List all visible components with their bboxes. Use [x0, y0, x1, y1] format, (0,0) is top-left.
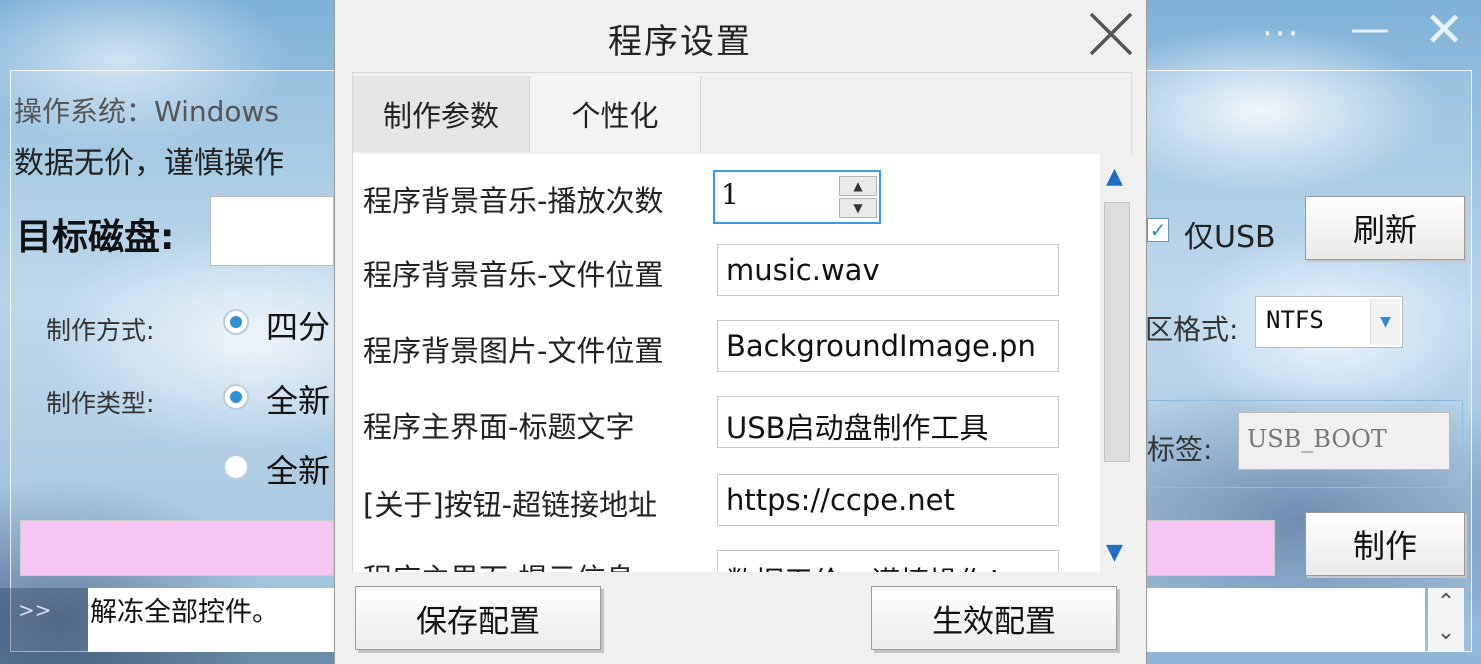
stepper-up-icon[interactable]: ▲ — [839, 176, 877, 196]
usb-only-label: 仅USB — [1184, 220, 1276, 255]
usb-only-checkbox[interactable]: ✓ — [1147, 218, 1169, 242]
close-icon[interactable] — [1085, 8, 1137, 60]
log-prompt: >> — [18, 598, 52, 622]
make-type-label: 制作类型: — [46, 389, 155, 418]
warning-text: 数据无价，谨慎操作 — [14, 146, 284, 181]
log-scrollbar[interactable]: ⌃ ⌄ — [1428, 588, 1464, 652]
format-label: 区格式: — [1145, 313, 1239, 346]
setting-label: 程序主界面-标题文字 — [363, 410, 635, 444]
background-image-input[interactable]: BackgroundImage.pn — [717, 320, 1059, 372]
format-value: NTFS — [1266, 306, 1324, 334]
scroll-down-icon[interactable]: ▼ — [1106, 540, 1123, 565]
save-config-button[interactable]: 保存配置 — [355, 586, 601, 650]
progress-bar-right — [1147, 520, 1275, 576]
about-url-input[interactable]: https://ccpe.net — [717, 474, 1059, 526]
play-count-stepper[interactable]: 1 ▲ ▼ — [713, 170, 881, 224]
make-type-option-1: 全新 — [266, 382, 331, 420]
target-disk-label: 目标磁盘: — [16, 217, 175, 258]
scroll-thumb[interactable] — [1104, 202, 1130, 462]
log-box-right — [1147, 588, 1425, 652]
minimize-icon[interactable]: — — [1350, 6, 1390, 52]
make-method-radio[interactable] — [223, 309, 249, 335]
format-select[interactable]: NTFS ▼ — [1255, 296, 1403, 348]
progress-bar-left — [20, 520, 334, 576]
setting-label: 程序主界面-提示信息 — [363, 556, 634, 572]
setting-label: [关于]按钮-超链接地址 — [363, 488, 658, 522]
apply-config-button[interactable]: 生效配置 — [871, 586, 1117, 650]
make-method-label: 制作方式: — [46, 316, 155, 345]
dialog-title: 程序设置 — [608, 22, 752, 62]
make-method-option: 四分 — [266, 308, 331, 346]
volume-label-input[interactable]: USB_BOOT — [1238, 412, 1450, 470]
make-button[interactable]: 制作 — [1305, 512, 1465, 576]
chevron-down-icon[interactable]: ▼ — [1370, 299, 1400, 345]
target-disk-select[interactable] — [210, 196, 334, 266]
more-icon[interactable]: ··· — [1262, 14, 1300, 54]
tab-make-params[interactable]: 制作参数 — [353, 76, 529, 152]
settings-list: 程序背景音乐-播放次数 1 ▲ ▼ 程序背景音乐-文件位置 music.wav … — [353, 154, 1100, 572]
make-type-option-2: 全新 — [266, 452, 331, 490]
window-close-icon[interactable]: ✕ — [1424, 2, 1464, 58]
os-label: 操作系统：Windows — [14, 95, 279, 128]
setting-label: 程序背景音乐-播放次数 — [363, 184, 664, 218]
hint-text-input[interactable]: 数据无价，谨慎操作！ — [717, 550, 1059, 572]
scroll-up-icon[interactable]: ▲ — [1106, 164, 1123, 189]
tab-personalization[interactable]: 个性化 — [529, 76, 701, 152]
setting-label: 程序背景音乐-文件位置 — [363, 258, 664, 292]
title-text-input[interactable]: USB启动盘制作工具 — [717, 396, 1059, 448]
log-text: 解冻全部控件。 — [90, 597, 279, 628]
refresh-button[interactable]: 刷新 — [1305, 196, 1465, 260]
music-file-input[interactable]: music.wav — [717, 244, 1059, 296]
play-count-value: 1 — [721, 178, 739, 211]
make-type-radio-1[interactable] — [223, 384, 249, 410]
make-type-radio-2[interactable] — [223, 454, 249, 480]
settings-dialog: 程序设置 制作参数 个性化 程序背景音乐-播放次数 1 ▲ ▼ 程序背景音乐-文… — [334, 0, 1147, 664]
settings-scrollbar[interactable]: ▲ ▼ — [1100, 154, 1134, 572]
volume-label-label: 标签: — [1147, 433, 1213, 466]
volume-label-value: USB_BOOT — [1247, 425, 1387, 453]
setting-label: 程序背景图片-文件位置 — [363, 334, 664, 368]
stepper-down-icon[interactable]: ▼ — [839, 198, 877, 218]
